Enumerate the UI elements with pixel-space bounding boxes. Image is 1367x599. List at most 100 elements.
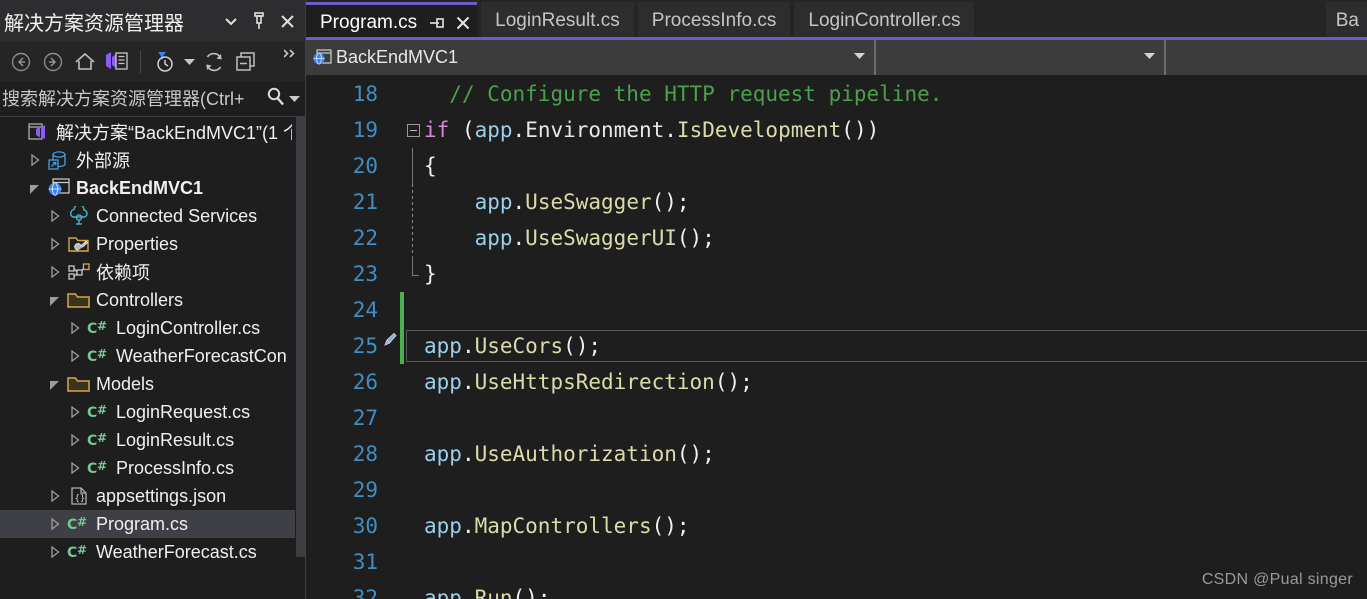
collapse-arrow-icon[interactable]: [44, 545, 66, 559]
code-line-21[interactable]: 21 app.UseSwagger();: [306, 184, 1367, 220]
editor-tab-ba[interactable]: Ba: [1325, 2, 1367, 40]
tab-label: LoginController.cs: [808, 10, 961, 31]
visual-studio-window: 解决方案资源管理器 搜索解决方案资源管理器(Ctrl+ 解决方案“BackEnd…: [0, 0, 1367, 599]
tree-item-backendmvc1[interactable]: BackEndMVC1: [0, 174, 306, 202]
collapse-arrow-icon[interactable]: [64, 349, 86, 363]
close-icon[interactable]: [274, 8, 300, 34]
back-icon[interactable]: [6, 47, 36, 77]
line-number: 29: [352, 478, 378, 502]
close-icon[interactable]: [453, 12, 473, 34]
refresh-icon[interactable]: [199, 47, 229, 77]
collapse-arrow-icon[interactable]: [44, 209, 66, 223]
collapse-arrow-icon[interactable]: [64, 461, 86, 475]
chevron-down-icon[interactable]: [845, 52, 874, 63]
collapse-arrow-icon[interactable]: [24, 153, 46, 167]
gutter-margin: [384, 76, 400, 112]
svg-text:C: C: [87, 321, 97, 337]
tree-item-loginrequest.cs[interactable]: C # LoginRequest.cs: [0, 398, 306, 426]
code-line-23[interactable]: 23}: [306, 256, 1367, 292]
line-number: 26: [352, 370, 378, 394]
overflow-icon[interactable]: [284, 47, 302, 77]
solution-view-icon[interactable]: [102, 47, 132, 77]
code-line-19[interactable]: 19 if (app.Environment.IsDevelopment()): [306, 112, 1367, 148]
properties-icon: [66, 234, 92, 254]
editor-tabstrip[interactable]: Program.cs LoginResult.cs ProcessInfo.cs Lo…: [306, 0, 1367, 40]
code-line-29[interactable]: 29: [306, 472, 1367, 508]
code-line-25[interactable]: 25 app.UseCors();: [306, 328, 1367, 364]
chevron-down-icon[interactable]: [1135, 52, 1164, 63]
tree-item-[interactable]: 依赖项: [0, 258, 306, 286]
tree-item-label: Models: [96, 373, 155, 394]
code-line-26[interactable]: 26 app.UseHttpsRedirection();: [306, 364, 1367, 400]
scrollbar-thumb[interactable]: [296, 117, 305, 557]
svg-text:C: C: [87, 349, 97, 365]
edit-pen-icon[interactable]: [384, 328, 400, 364]
search-icon[interactable]: [265, 86, 287, 113]
code-line-20[interactable]: 20 {: [306, 148, 1367, 184]
tree-item-models[interactable]: Models: [0, 370, 306, 398]
code-line-18[interactable]: 18 // Configure the HTTP request pipelin…: [306, 76, 1367, 112]
csharp-icon: C #: [86, 458, 112, 478]
pin-icon[interactable]: [246, 8, 272, 34]
collapse-arrow-icon[interactable]: [64, 433, 86, 447]
navbar-member-dropdown[interactable]: [876, 40, 1166, 75]
code-line-30[interactable]: 30 app.MapControllers();: [306, 508, 1367, 544]
code-line-27[interactable]: 27: [306, 400, 1367, 436]
gutter-margin: [384, 580, 400, 599]
gutter-margin: [384, 112, 400, 148]
tree-item-label: Controllers: [96, 289, 184, 310]
tree-item-controllers[interactable]: Controllers: [0, 286, 306, 314]
editor-tab-programcs[interactable]: Program.cs: [306, 2, 478, 40]
expand-arrow-icon[interactable]: [44, 377, 66, 391]
svg-text:#: #: [97, 431, 107, 445]
fold-toggle-icon[interactable]: [404, 112, 422, 148]
collapse-arrow-icon[interactable]: [64, 321, 86, 335]
collapse-arrow-icon[interactable]: [44, 517, 66, 531]
solution-icon: [26, 122, 52, 142]
collapse-arrow-icon[interactable]: [44, 265, 66, 279]
solution-explorer-panel: 解决方案资源管理器 搜索解决方案资源管理器(Ctrl+ 解决方案“BackEnd…: [0, 0, 306, 599]
tab-label: Program.cs: [320, 11, 418, 33]
collapse-arrow-icon[interactable]: [44, 489, 66, 503]
pending-changes-icon[interactable]: [149, 47, 179, 77]
tree-item-label: BackEndMVC1: [76, 177, 204, 198]
tree-item-weatherforecast.cs[interactable]: C # WeatherForecast.cs: [0, 538, 306, 566]
search-input[interactable]: [2, 88, 265, 110]
folder-icon: [66, 290, 92, 310]
collapse-arrow-icon[interactable]: [44, 237, 66, 251]
tab-label: Ba: [1335, 10, 1359, 31]
solution-tree[interactable]: 解决方案“BackEndMVC1”(1 个项外部源 BackEndMVC1 Conn…: [0, 117, 306, 599]
expand-arrow-icon[interactable]: [24, 181, 46, 195]
home-icon[interactable]: [70, 47, 100, 77]
code-text: }: [424, 262, 437, 286]
toolbar-dropdown-icon[interactable]: [181, 48, 197, 76]
code-line-24[interactable]: 24: [306, 292, 1367, 328]
tree-item-weatherforecastcon[interactable]: C # WeatherForecastCon: [0, 342, 306, 370]
editor-tab-logincontrollercs[interactable]: LoginController.cs: [794, 2, 975, 40]
forward-icon[interactable]: [38, 47, 68, 77]
code-editor[interactable]: 18 // Configure the HTTP request pipelin…: [306, 76, 1367, 599]
code-line-22[interactable]: 22 app.UseSwaggerUI();: [306, 220, 1367, 256]
tree-item-connectedservices[interactable]: Connected Services: [0, 202, 306, 230]
collapse-all-icon[interactable]: [231, 47, 261, 77]
solution-explorer-search[interactable]: [0, 82, 306, 117]
tree-item-[interactable]: 外部源: [0, 146, 306, 174]
editor-tab-processinfocs[interactable]: ProcessInfo.cs: [637, 2, 791, 40]
tree-item-loginresult.cs[interactable]: C # LoginResult.cs: [0, 426, 306, 454]
tree-item-logincontroller.cs[interactable]: C # LoginController.cs: [0, 314, 306, 342]
tree-item-processinfo.cs[interactable]: C # ProcessInfo.cs: [0, 454, 306, 482]
code-line-28[interactable]: 28 app.UseAuthorization();: [306, 436, 1367, 472]
svg-text:#: #: [97, 319, 107, 333]
expand-arrow-icon[interactable]: [44, 293, 66, 307]
search-dropdown-icon[interactable]: [289, 90, 300, 108]
tree-item-appsettings.json[interactable]: {} appsettings.json: [0, 482, 306, 510]
tree-item-properties[interactable]: Properties: [0, 230, 306, 258]
chevron-down-icon[interactable]: [218, 8, 244, 34]
editor-tab-loginresultcs[interactable]: LoginResult.cs: [481, 2, 634, 40]
collapse-arrow-icon[interactable]: [64, 405, 86, 419]
tree-item-program.cs[interactable]: C # Program.cs: [0, 510, 306, 538]
tree-item-backendmvc11[interactable]: 解决方案“BackEndMVC1”(1 个项: [0, 118, 306, 146]
navbar-type-dropdown[interactable]: BackEndMVC1: [306, 40, 876, 75]
gutter-margin: [384, 148, 400, 184]
pin-icon[interactable]: [427, 12, 447, 34]
